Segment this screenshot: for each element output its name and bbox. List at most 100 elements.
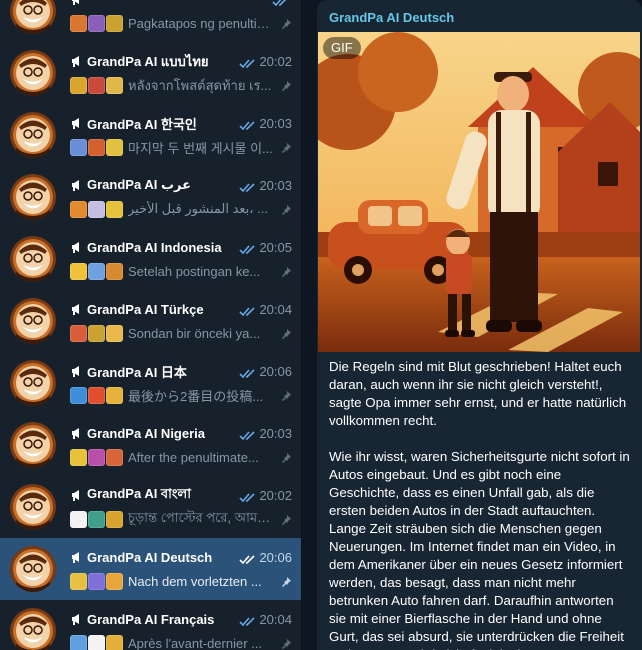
channel-avatar	[10, 546, 56, 592]
double-check-icon	[239, 552, 257, 565]
megaphone-icon	[70, 488, 84, 502]
preview-thumbnails	[70, 14, 124, 32]
preview-thumbnail	[70, 200, 87, 218]
preview-thumbnail	[88, 572, 105, 590]
chat-preview: Sondan bir önceki ya...	[128, 325, 261, 341]
megaphone-icon	[70, 364, 84, 378]
megaphone-icon	[70, 550, 84, 564]
preview-thumbnail	[70, 262, 87, 280]
preview-thumbnail	[70, 510, 87, 528]
double-check-icon	[239, 304, 257, 317]
chat-time: 20:02	[259, 487, 292, 503]
chat-item[interactable]: GrandPa AI عرب 20:03 بعد المنشور قبل الأخي…	[0, 166, 301, 228]
preview-thumbnail	[106, 262, 123, 280]
channel-avatar	[10, 608, 56, 650]
channel-avatar	[10, 484, 56, 530]
chat-item[interactable]: GrandPa AI Türkçe 20:04 Sondan bir önceki …	[0, 290, 301, 352]
preview-thumbnail	[88, 200, 105, 218]
chat-item[interactable]: GrandPa AI 日本 20:06 最後から2番目の投稿...	[0, 352, 301, 414]
chat-item[interactable]: GrandPa AI Nigeria 20:03 After the penulti…	[0, 414, 301, 476]
megaphone-icon	[70, 612, 84, 626]
chat-item[interactable]: Pagkatapos ng penultimate...	[0, 0, 301, 42]
preview-thumbnail	[88, 634, 105, 650]
preview-thumbnail	[88, 14, 105, 32]
chat-time: 20:06	[259, 549, 292, 565]
chat-item[interactable]: GrandPa AI Indonesia 20:05 Setelah posting…	[0, 228, 301, 290]
chat-title: GrandPa AI Türkçe	[87, 301, 204, 317]
chat-time: 20:03	[259, 177, 292, 193]
chat-time: 20:03	[259, 115, 292, 131]
chat-title-row: GrandPa AI Français 20:04	[70, 610, 292, 628]
double-check-icon	[239, 56, 257, 69]
chat-title-row	[70, 0, 292, 8]
chat-title: GrandPa AI বাংলা	[87, 485, 191, 501]
chat-title: GrandPa AI Indonesia	[87, 239, 222, 255]
megaphone-icon	[70, 302, 84, 316]
message-text: Die Regeln sind mit Blut geschrieben! Ha…	[329, 358, 634, 650]
megaphone-icon	[70, 240, 84, 254]
chat-title-row: GrandPa AI 한국인 20:03	[70, 114, 292, 132]
megaphone-icon	[70, 54, 84, 68]
channel-name[interactable]: GrandPa AI Deutsch	[329, 10, 454, 25]
pin-icon	[280, 637, 292, 649]
chat-item[interactable]: GrandPa AI Deutsch 20:06 Nach dem vorletzt…	[0, 538, 301, 600]
double-check-icon	[239, 490, 257, 503]
chat-preview: চূড়ান্ত পোস্টের পরে, আমরা...	[128, 509, 274, 525]
chat-preview: หลังจากโพสต์สุดท้าย เร...	[128, 77, 272, 93]
chat-title: GrandPa AI 日本	[87, 364, 187, 380]
chat-item[interactable]: GrandPa AI 한국인 20:03 마지막 두 번째 게시물 이...	[0, 104, 301, 166]
preview-thumbnail	[88, 138, 105, 156]
chat-title-row: GrandPa AI Nigeria 20:03	[70, 424, 292, 442]
preview-thumbnails	[70, 76, 124, 94]
chat-title: GrandPa AI عرب	[87, 177, 191, 192]
chat-preview-row: 最後から2番目の投稿...	[70, 386, 292, 404]
message-paragraph-1: Die Regeln sind mit Blut geschrieben! Ha…	[329, 359, 627, 428]
chat-preview-row: หลังจากโพสต์สุดท้าย เร...	[70, 76, 292, 94]
chat-item[interactable]: GrandPa AI Français 20:04 Après l'avant-de…	[0, 600, 301, 650]
chat-preview: Setelah postingan ke...	[128, 263, 261, 279]
chat-preview-row: Sondan bir önceki ya...	[70, 324, 292, 342]
chat-title-row: GrandPa AI 日本 20:06	[70, 362, 292, 380]
preview-thumbnails	[70, 324, 124, 342]
preview-thumbnails	[70, 138, 124, 156]
preview-thumbnail	[70, 138, 87, 156]
gif-image	[318, 32, 640, 352]
chat-title-row: GrandPa AI Türkçe 20:04	[70, 300, 292, 318]
pin-icon	[280, 265, 292, 277]
chat-title: GrandPa AI Deutsch	[87, 549, 213, 565]
chat-item[interactable]: GrandPa AI বাংলা 20:02 চূড়ান্ত পোস্টের পর…	[0, 476, 301, 538]
channel-avatar	[10, 360, 56, 406]
preview-thumbnails	[70, 200, 124, 218]
chat-title-row: GrandPa AI Indonesia 20:05	[70, 238, 292, 256]
chat-preview: بعد المنشور قبل الأخير، ...	[128, 201, 268, 216]
pin-icon	[280, 575, 292, 587]
preview-thumbnail	[106, 634, 123, 650]
preview-thumbnail	[88, 76, 105, 94]
pin-icon	[280, 513, 292, 525]
double-check-icon	[239, 180, 257, 193]
chat-title: GrandPa AI Français	[87, 611, 215, 627]
chat-time: 20:05	[259, 239, 292, 255]
megaphone-icon	[70, 178, 84, 192]
chat-preview: Nach dem vorletzten ...	[128, 573, 262, 589]
preview-thumbnail	[70, 448, 87, 466]
chat-title-row: GrandPa AI แบบไทย 20:02	[70, 52, 292, 70]
preview-thumbnail	[70, 386, 87, 404]
chat-time: 20:04	[259, 611, 292, 627]
pin-icon	[280, 203, 292, 215]
preview-thumbnail	[106, 14, 123, 32]
chat-time: 20:06	[259, 363, 292, 379]
chat-preview: Après l'avant-dernier ...	[128, 635, 262, 650]
chat-preview-row: Setelah postingan ke...	[70, 262, 292, 280]
chat-time: 20:03	[259, 425, 292, 441]
chat-preview: 마지막 두 번째 게시물 이...	[128, 140, 273, 156]
chat-preview: 最後から2番目の投稿...	[128, 388, 264, 404]
gif-media[interactable]: GIF	[318, 32, 640, 352]
chat-preview-row: 마지막 두 번째 게시물 이...	[70, 138, 292, 156]
gif-badge: GIF	[323, 37, 361, 59]
preview-thumbnail	[70, 324, 87, 342]
chat-item[interactable]: GrandPa AI แบบไทย 20:02 หลังจากโพสต์สุดท้า…	[0, 42, 301, 104]
message-paragraph-2: Wie ihr wisst, waren Sicherheitsgurte ni…	[329, 449, 630, 650]
preview-thumbnail	[88, 510, 105, 528]
chat-preview-row: بعد المنشور قبل الأخير، ...	[70, 200, 292, 218]
